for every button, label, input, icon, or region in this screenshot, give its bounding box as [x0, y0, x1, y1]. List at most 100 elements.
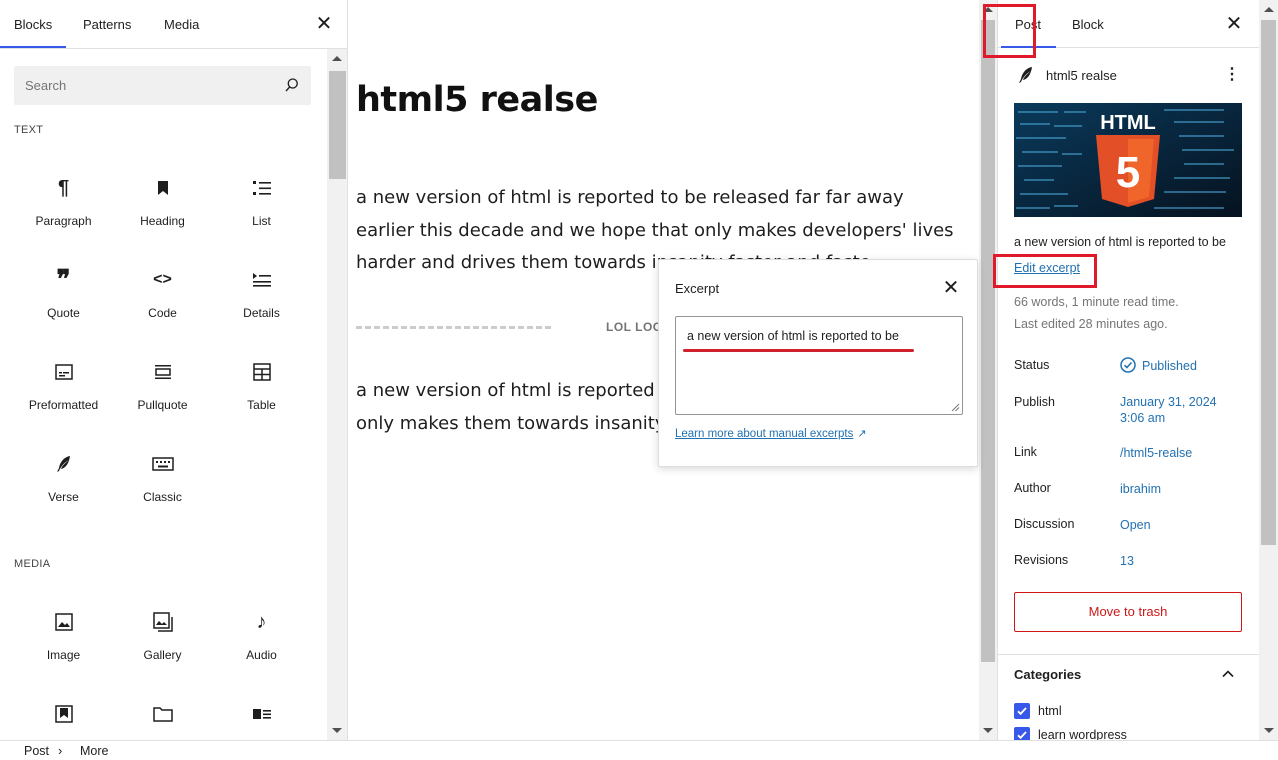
scroll-up-icon[interactable]: [332, 56, 342, 61]
close-icon[interactable]: ✕: [312, 12, 336, 36]
block-label: Heading: [140, 214, 185, 228]
block-verse[interactable]: Verse: [14, 452, 113, 536]
block-pullquote[interactable]: Pullquote: [113, 360, 212, 444]
more-block-label[interactable]: LOL LOO: [606, 320, 663, 334]
move-to-trash-button[interactable]: Move to trash: [1014, 592, 1242, 632]
block-label: Verse: [48, 490, 79, 504]
annotation-underline: [683, 349, 914, 352]
preformatted-icon: [14, 360, 113, 384]
block-label: Quote: [47, 306, 80, 320]
close-icon[interactable]: ✕: [1222, 12, 1246, 36]
block-image[interactable]: Image: [14, 610, 113, 694]
block-quote[interactable]: ❞ Quote: [14, 267, 113, 352]
canvas-scrollbar[interactable]: [979, 0, 997, 740]
block-table[interactable]: Table: [212, 360, 311, 444]
block-list[interactable]: List: [212, 176, 311, 260]
scrollbar-thumb[interactable]: [329, 71, 346, 179]
scroll-up-icon[interactable]: [1264, 7, 1274, 12]
table-icon: [212, 360, 311, 384]
block-label: Image: [46, 648, 81, 662]
post-title[interactable]: html5 realse: [356, 80, 598, 120]
media-text-icon: [212, 702, 311, 726]
block-label: Preformatted: [28, 398, 99, 412]
block-code[interactable]: <> Code: [113, 268, 212, 352]
highlight-post-tab: [983, 4, 1036, 58]
block-gallery[interactable]: Gallery: [113, 610, 212, 694]
tab-block[interactable]: Block: [1072, 17, 1104, 32]
sidebar-scrollbar[interactable]: [1259, 0, 1278, 740]
category-checkbox-learn-wordpress[interactable]: learn wordpress: [1014, 726, 1127, 740]
featured-image[interactable]: HTML 5: [1014, 103, 1242, 217]
more-options-icon[interactable]: ⋮: [1224, 64, 1240, 86]
status-value[interactable]: Published: [1142, 358, 1197, 374]
scroll-down-icon[interactable]: [983, 728, 993, 733]
tab-media[interactable]: Media: [164, 17, 199, 32]
publish-date[interactable]: January 31, 2024: [1120, 394, 1217, 410]
block-preformatted[interactable]: Preformatted: [14, 360, 113, 444]
block-classic[interactable]: Classic: [113, 452, 212, 536]
code-icon: <>: [153, 271, 172, 288]
featured-image-graphic: HTML 5: [1014, 103, 1242, 217]
scrollbar-thumb[interactable]: [1261, 20, 1276, 545]
block-label: Gallery: [143, 648, 182, 662]
scrollbar-thumb[interactable]: [981, 20, 995, 662]
excerpt-popover: Excerpt ✕ a new version of html is repor…: [658, 259, 978, 467]
scroll-down-icon[interactable]: [1264, 728, 1274, 733]
html5-badge: 5: [1116, 148, 1140, 197]
block-label: Details: [243, 306, 280, 320]
category-label: html: [1038, 704, 1062, 718]
breadcrumb-more[interactable]: More: [80, 744, 108, 758]
details-icon: [212, 268, 311, 292]
block-label: Paragraph: [35, 214, 92, 228]
publish-label: Publish: [1014, 395, 1055, 409]
tab-patterns[interactable]: Patterns: [83, 17, 131, 32]
search-input[interactable]: Search: [14, 66, 311, 105]
block-label: Code: [148, 306, 177, 320]
resize-handle-icon[interactable]: [950, 402, 960, 412]
excerpt-textarea[interactable]: a new version of html is reported to be: [675, 316, 963, 415]
block-paragraph[interactable]: ¶ Paragraph: [14, 176, 113, 260]
category-checkbox-html[interactable]: html: [1014, 702, 1062, 720]
learn-more-link[interactable]: Learn more about manual excerpts ↗: [675, 427, 867, 440]
block-audio[interactable]: ♪ Audio: [212, 610, 311, 694]
status-label: Status: [1014, 358, 1050, 372]
external-link-icon: ↗: [857, 428, 867, 440]
pullquote-icon: [113, 360, 212, 384]
more-divider: [356, 326, 551, 329]
music-note-icon: ♪: [256, 610, 267, 633]
highlight-edit-excerpt: [993, 254, 1097, 288]
revisions-label: Revisions: [1014, 553, 1069, 567]
author-value[interactable]: ibrahim: [1120, 481, 1161, 497]
block-details[interactable]: Details: [212, 268, 311, 352]
discussion-value[interactable]: Open: [1120, 517, 1151, 533]
search-placeholder: Search: [25, 78, 67, 93]
category-label: learn wordpress: [1038, 728, 1127, 740]
block-label: Table: [247, 398, 276, 412]
chevron-up-icon[interactable]: [1220, 666, 1236, 682]
inserter-tabs: Blocks Patterns Media ✕: [0, 0, 347, 49]
category-media-heading: MEDIA: [14, 558, 51, 570]
cover-icon: [14, 702, 113, 726]
block-cover[interactable]: [14, 702, 113, 740]
keyboard-icon: [113, 452, 212, 476]
feather-icon: [14, 452, 113, 476]
block-heading[interactable]: Heading: [113, 176, 212, 260]
bookmark-icon: [113, 176, 212, 200]
breadcrumb-post[interactable]: Post: [24, 744, 49, 758]
publish-time[interactable]: 3:06 am: [1120, 410, 1165, 426]
link-label: Link: [1014, 445, 1037, 459]
inserter-scrollbar[interactable]: [327, 49, 347, 740]
html-logo-text: HTML: [1100, 112, 1156, 134]
gallery-icon: [113, 610, 212, 634]
permalink-value[interactable]: /html5-realse: [1120, 445, 1192, 461]
block-file[interactable]: [113, 702, 212, 740]
categories-panel-title[interactable]: Categories: [1014, 667, 1081, 682]
category-text-heading: TEXT: [14, 124, 44, 136]
block-media-text[interactable]: [212, 702, 311, 740]
scroll-down-icon[interactable]: [332, 728, 342, 733]
checkbox-checked-icon: [1014, 703, 1030, 719]
revisions-value[interactable]: 13: [1120, 553, 1134, 569]
tab-blocks[interactable]: Blocks: [0, 17, 67, 48]
close-icon[interactable]: ✕: [939, 276, 963, 300]
word-count: 66 words, 1 minute read time.: [1014, 295, 1179, 309]
